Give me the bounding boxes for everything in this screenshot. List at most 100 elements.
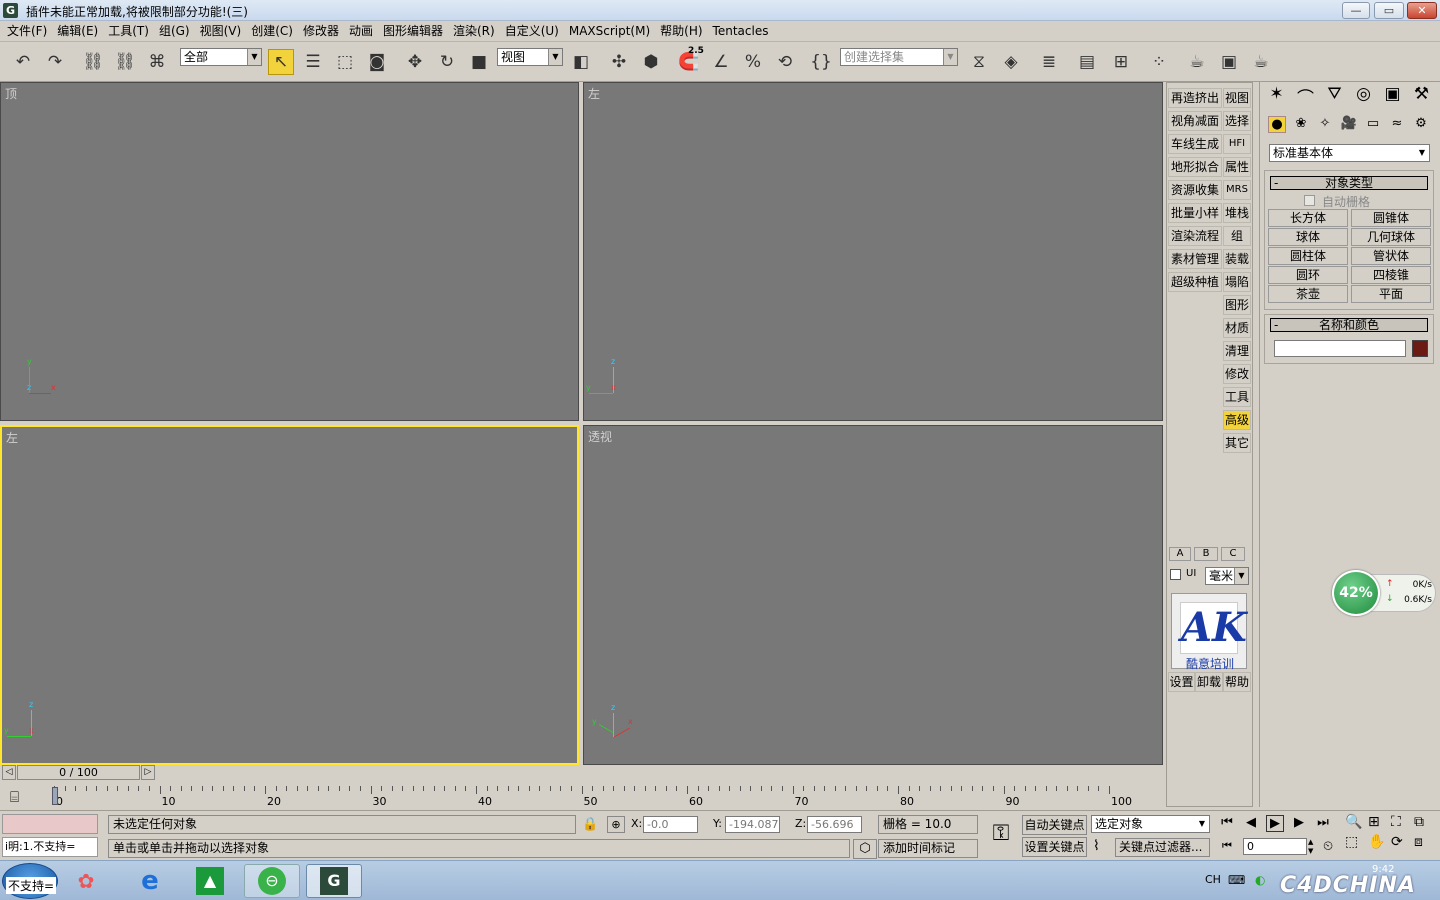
selection-filter-dropdown[interactable]: 全部 ▼ bbox=[180, 48, 262, 66]
ref-coord-dropdown[interactable]: 视图 ▼ bbox=[497, 48, 563, 66]
menu-item[interactable]: 帮助(H) bbox=[659, 24, 711, 39]
create-tab-icon[interactable]: ✶ bbox=[1264, 84, 1289, 109]
spacewarps-icon[interactable]: ≈ bbox=[1388, 116, 1406, 133]
plugin-right-button[interactable]: 组 bbox=[1223, 226, 1251, 246]
plugin-right-button[interactable]: 堆栈 bbox=[1223, 203, 1251, 223]
region-zoom-icon[interactable]: ⬚ bbox=[1345, 834, 1367, 850]
ak-logo[interactable]: AK 酷意培训 bbox=[1171, 593, 1247, 671]
menu-item[interactable]: 视图(V) bbox=[199, 24, 251, 39]
curve-editor-icon[interactable]: ▤ bbox=[1074, 49, 1100, 75]
x-coord-field[interactable]: -0.0 bbox=[643, 816, 698, 833]
plugin-right-button[interactable]: 选择 bbox=[1223, 111, 1251, 131]
plugin-right-button[interactable]: 装载 bbox=[1223, 249, 1251, 269]
taskbar-3dsmax-icon[interactable]: G bbox=[306, 864, 362, 898]
zoom-all-icon[interactable]: ⊞ bbox=[1368, 814, 1390, 830]
next-frame-arrow-icon[interactable]: ▷ bbox=[141, 765, 155, 780]
viewport-label[interactable]: 左 bbox=[588, 85, 600, 102]
undo-icon[interactable]: ↶ bbox=[10, 49, 36, 75]
time-slider-thumb[interactable]: 0 / 100 bbox=[17, 765, 140, 780]
plugin-right-button[interactable]: 视图 bbox=[1223, 88, 1251, 108]
motion-tab-icon[interactable]: ◎ bbox=[1351, 84, 1376, 109]
name-color-header[interactable]: - 名称和颜色 bbox=[1270, 318, 1428, 332]
ui-checkbox[interactable] bbox=[1170, 569, 1181, 580]
rect-selection-icon[interactable]: ⬚ bbox=[332, 49, 358, 75]
unlink-icon[interactable]: ⛓ bbox=[112, 49, 138, 75]
object-type-button[interactable]: 四棱锥 bbox=[1351, 266, 1431, 284]
object-type-button[interactable]: 圆锥体 bbox=[1351, 209, 1431, 227]
category-dropdown[interactable]: 标准基本体 ▼ bbox=[1269, 144, 1430, 162]
menu-item[interactable]: 图形编辑器 bbox=[382, 24, 452, 39]
close-button[interactable]: ✕ bbox=[1407, 2, 1437, 19]
key-icon[interactable]: ⚿ bbox=[984, 821, 1018, 851]
mirror-icon[interactable]: ⧖ bbox=[966, 49, 992, 75]
spinner-snap-icon[interactable]: ⟲ bbox=[772, 49, 798, 75]
manipulate-icon[interactable]: ✣ bbox=[606, 49, 632, 75]
zoom-icon[interactable]: 🔍 bbox=[1345, 814, 1367, 830]
select-object-icon[interactable]: ↖ bbox=[268, 49, 294, 75]
orbit-icon[interactable]: ⟳ bbox=[1391, 834, 1413, 850]
play-icon[interactable]: ▶ bbox=[1266, 815, 1284, 832]
menu-item[interactable]: 文件(F) bbox=[6, 24, 56, 39]
plugin-right-button[interactable]: 材质 bbox=[1223, 318, 1251, 338]
taskbar-green-app-icon[interactable]: ▲ bbox=[182, 864, 238, 898]
maxscript-listener-white[interactable]: i明:1.不支持= bbox=[2, 837, 98, 857]
scale-icon[interactable]: ■ bbox=[466, 49, 492, 75]
ie-browser-icon[interactable]: e bbox=[122, 864, 178, 898]
object-name-field[interactable] bbox=[1274, 340, 1406, 357]
object-type-header[interactable]: - 对象类型 bbox=[1270, 176, 1428, 190]
track-ruler[interactable]: 0 10 20 30 40 50 60 70 80 90 100 bbox=[52, 783, 1162, 810]
plugin-left-button[interactable]: 超级种植 bbox=[1168, 272, 1222, 292]
plugin-left-button[interactable]: 批量小样 bbox=[1168, 203, 1222, 223]
menu-item[interactable]: 创建(C) bbox=[250, 24, 302, 39]
taskbar-360-icon[interactable]: ⊖ bbox=[244, 864, 300, 898]
bind-spacewarp-icon[interactable]: ⌘ bbox=[144, 49, 170, 75]
named-selection-dropdown[interactable]: 创建选择集 ▼ bbox=[840, 48, 958, 66]
pan-icon[interactable]: ✋ bbox=[1368, 834, 1390, 850]
btn-a[interactable]: A bbox=[1169, 547, 1191, 561]
edit-named-sel-icon[interactable]: {} bbox=[808, 49, 834, 75]
menu-item[interactable]: Tentacles bbox=[712, 24, 778, 39]
current-frame-field[interactable]: 0 bbox=[1243, 838, 1307, 855]
schematic-view-icon[interactable]: ⊞ bbox=[1108, 49, 1134, 75]
auto-key-button[interactable]: 自动关键点 bbox=[1022, 815, 1087, 835]
viewport-left-top[interactable]: 左 z y x bbox=[583, 82, 1163, 421]
key-mode-dropdown[interactable]: 选定对象 ▼ bbox=[1091, 815, 1210, 833]
cameras-icon[interactable]: 🎥 bbox=[1340, 116, 1358, 133]
z-coord-field[interactable]: -56.696 bbox=[807, 816, 862, 833]
viewport-label[interactable]: 透视 bbox=[588, 428, 612, 445]
pivot-center-icon[interactable]: ◧ bbox=[568, 49, 594, 75]
key-mode-toggle-icon[interactable]: ⏮ bbox=[1222, 839, 1232, 853]
taskbar-app-icon[interactable]: ✿ bbox=[58, 864, 114, 898]
settings-button[interactable]: 设置 bbox=[1168, 672, 1195, 692]
move-icon[interactable]: ✥ bbox=[402, 49, 428, 75]
prev-frame-arrow-icon[interactable]: ◁ bbox=[2, 765, 16, 780]
btn-b[interactable]: B bbox=[1194, 547, 1218, 561]
lock-selection-icon[interactable]: 🔒 bbox=[582, 817, 598, 832]
geometry-icon[interactable]: ● bbox=[1268, 116, 1286, 133]
plugin-right-button[interactable]: HFI bbox=[1223, 134, 1251, 154]
auto-grid-checkbox[interactable] bbox=[1304, 195, 1315, 206]
select-by-name-icon[interactable]: ☰ bbox=[300, 49, 326, 75]
plugin-right-button[interactable]: 图形 bbox=[1223, 295, 1251, 315]
viewport-top[interactable]: 顶 y z x bbox=[0, 82, 579, 421]
percent-snap-icon[interactable]: % bbox=[740, 49, 766, 75]
angle-snap-icon[interactable]: ∠ bbox=[708, 49, 734, 75]
layer-manager-icon[interactable]: ≣ bbox=[1036, 49, 1062, 75]
net-speed-widget[interactable]: 42% ↑ ↓ 0K/s 0.6K/s bbox=[1332, 570, 1436, 616]
display-tab-icon[interactable]: ▣ bbox=[1380, 84, 1405, 109]
plugin-right-button[interactable]: 属性 bbox=[1223, 157, 1251, 177]
object-color-swatch[interactable] bbox=[1412, 340, 1428, 357]
time-tag-icon[interactable]: ⬡ bbox=[853, 839, 877, 859]
minimize-button[interactable]: — bbox=[1342, 2, 1370, 19]
plugin-left-button[interactable]: 地形拟合 bbox=[1168, 157, 1222, 177]
set-key-button[interactable]: 设置关键点 bbox=[1022, 837, 1087, 857]
maximize-button[interactable]: ▭ bbox=[1374, 2, 1404, 19]
tray-app-icon[interactable]: ◐ bbox=[1255, 873, 1265, 887]
systems-icon[interactable]: ⚙ bbox=[1412, 116, 1430, 133]
link-icon[interactable]: ⛓ bbox=[80, 49, 106, 75]
prev-frame-icon[interactable]: ◀ bbox=[1242, 815, 1260, 832]
viewport-label[interactable]: 顶 bbox=[5, 85, 17, 102]
window-crossing-icon[interactable]: ◙ bbox=[364, 49, 390, 75]
object-type-button[interactable]: 球体 bbox=[1268, 228, 1348, 246]
frame-spinner-icon[interactable]: ▲ ▼ bbox=[1308, 838, 1317, 856]
